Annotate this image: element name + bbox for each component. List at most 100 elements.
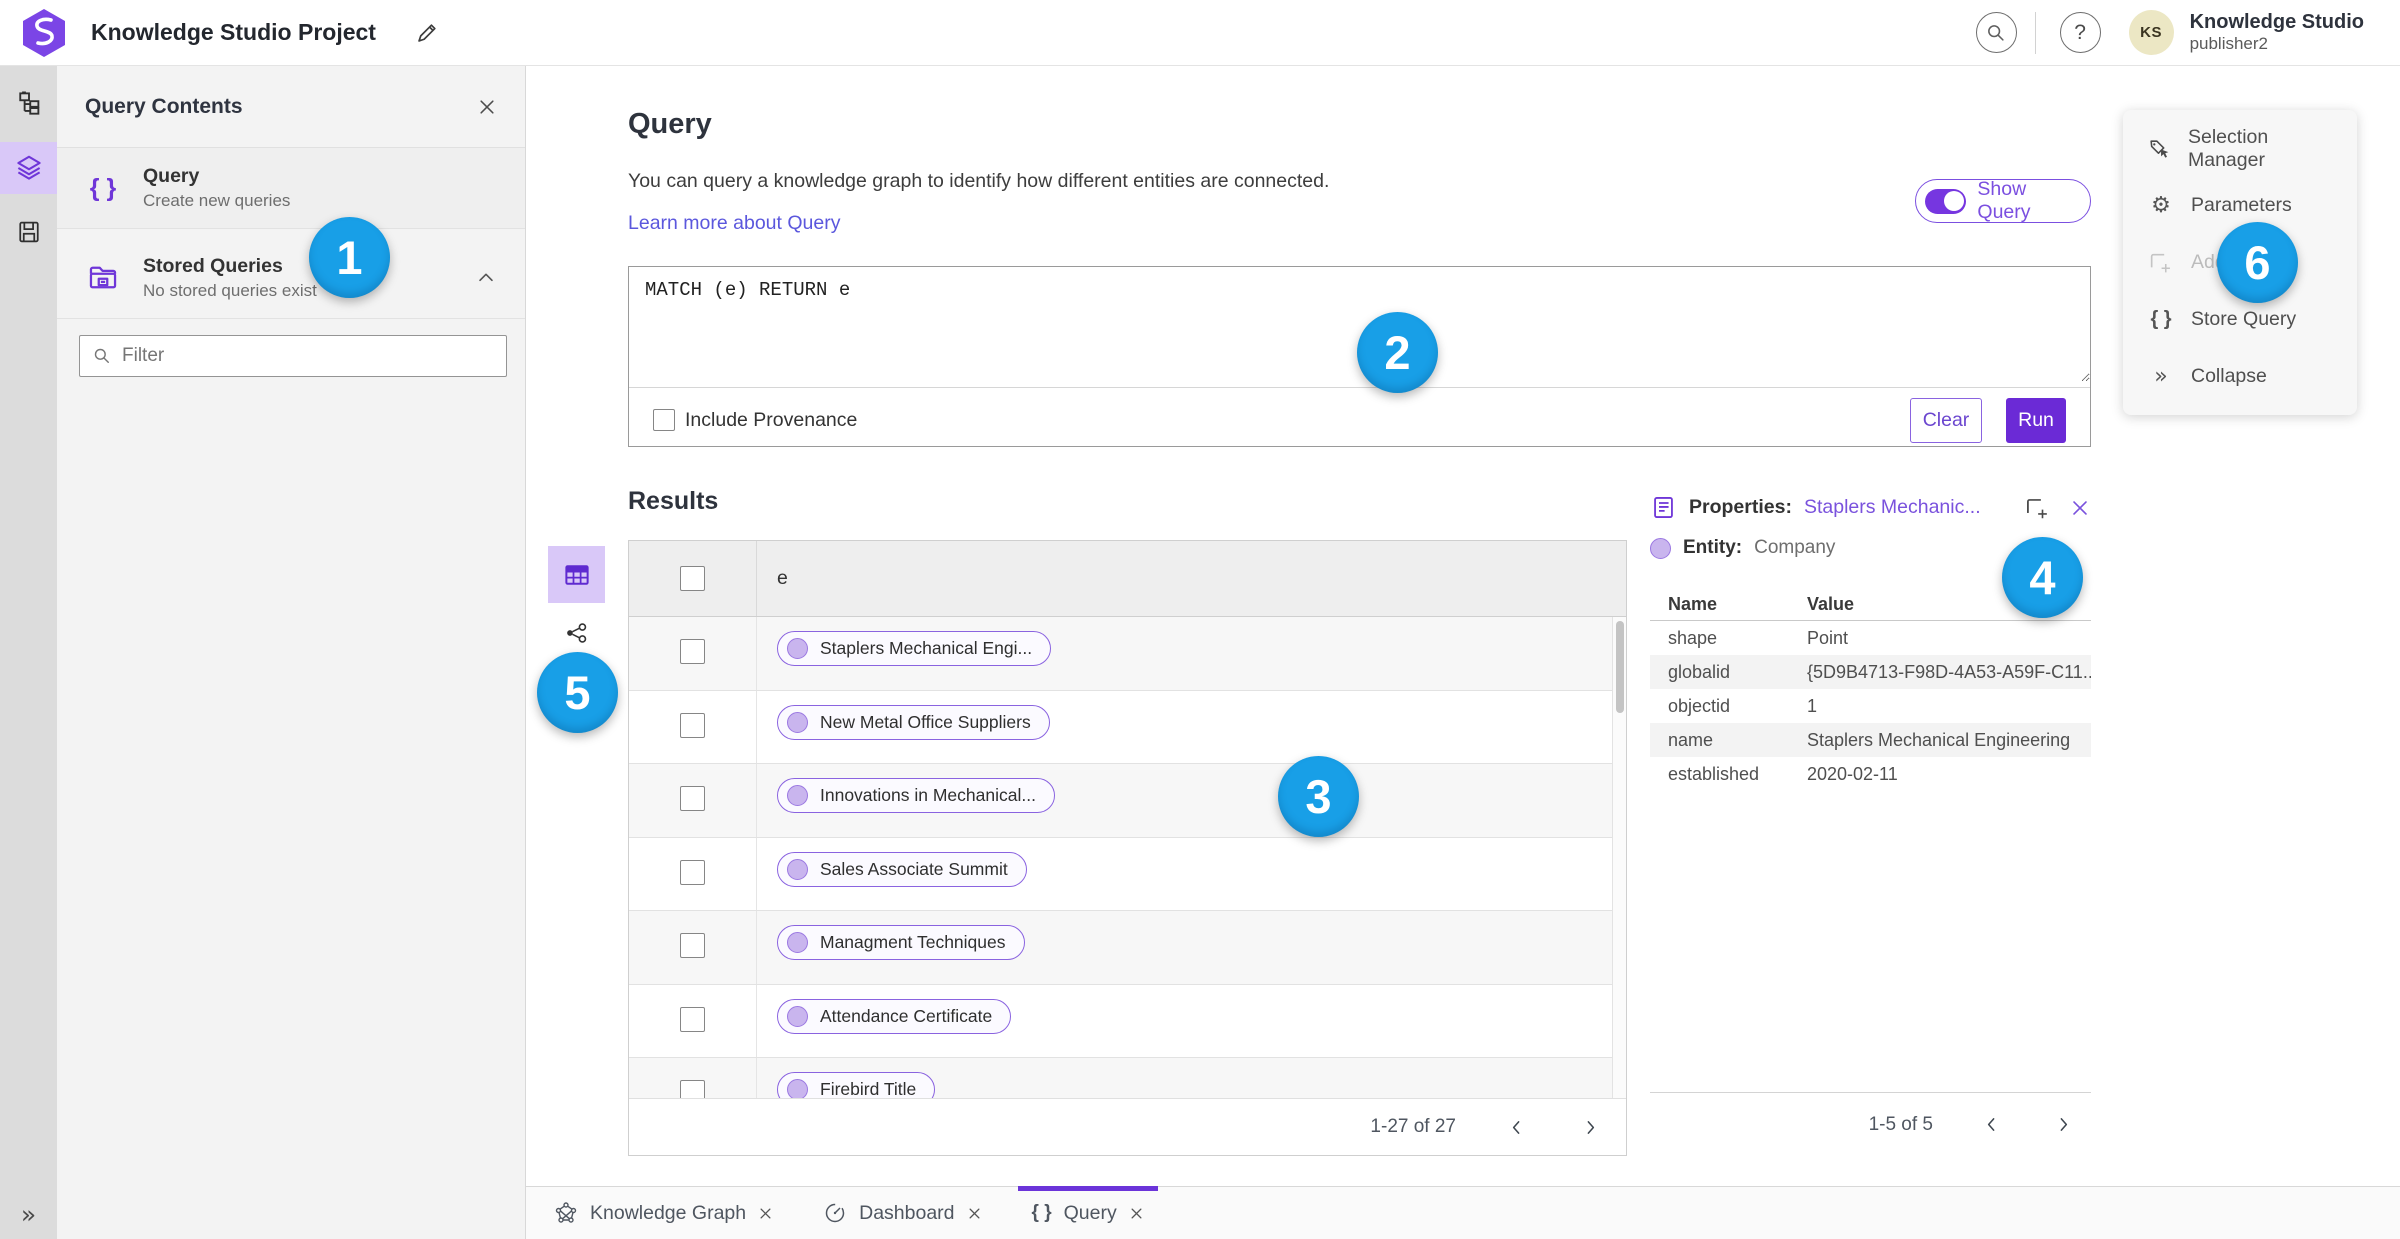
- include-provenance-checkbox[interactable]: [653, 409, 675, 431]
- select-all-checkbox[interactable]: [680, 566, 705, 591]
- show-query-toggle[interactable]: Show Query: [1915, 178, 2091, 223]
- item-subtitle: Create new queries: [143, 191, 291, 210]
- add-to-selection-icon[interactable]: [2023, 495, 2049, 521]
- menu-item-selection-manager[interactable]: Selection Manager: [2123, 123, 2357, 175]
- entity-pill[interactable]: Firebird Title: [777, 1072, 936, 1100]
- entity-pill[interactable]: New Metal Office Suppliers: [777, 704, 1050, 740]
- user-block[interactable]: Knowledge Studio publisher2: [2190, 11, 2364, 54]
- table-row[interactable]: Firebird Title: [629, 1058, 1626, 1100]
- entity-pill[interactable]: Sales Associate Summit: [777, 851, 1027, 887]
- menu-item-store-query[interactable]: { } Store Query: [2123, 294, 2357, 346]
- chevron-left-icon[interactable]: [1502, 1113, 1530, 1141]
- close-icon[interactable]: [1129, 1206, 1144, 1221]
- contents-item-stored-queries[interactable]: Stored Queries No stored queries exist: [57, 238, 525, 319]
- row-checkbox[interactable]: [680, 1080, 705, 1100]
- filter-box: [79, 335, 507, 377]
- table-row[interactable]: Innovations in Mechanical...: [629, 764, 1626, 838]
- contents-button[interactable]: [0, 142, 57, 194]
- tab-label: Query: [1063, 1201, 1117, 1224]
- property-row[interactable]: objectid 1: [1650, 689, 2091, 723]
- table-row[interactable]: Attendance Certificate: [629, 984, 1626, 1058]
- menu-item-parameters[interactable]: ⚙ Parameters: [2123, 180, 2357, 232]
- tab-dashboard[interactable]: Dashboard: [815, 1187, 989, 1239]
- row-entity-cell: Firebird Title: [757, 1058, 936, 1100]
- item-text: Stored Queries No stored queries exist: [143, 255, 317, 301]
- entity-icon: [787, 1005, 808, 1027]
- query-contents-panel: Query Contents { } Query Create new quer…: [57, 66, 526, 1239]
- entity-label: New Metal Office Suppliers: [820, 711, 1031, 732]
- table-icon: [562, 560, 592, 590]
- row-entity-cell: Managment Techniques: [757, 911, 1025, 960]
- help-button[interactable]: ?: [2059, 12, 2101, 53]
- property-value: 2020-02-11: [1807, 763, 1898, 784]
- close-icon[interactable]: [758, 1206, 773, 1221]
- pagination-range: 1-5 of 5: [1868, 1113, 1933, 1135]
- table-row[interactable]: Managment Techniques: [629, 911, 1626, 985]
- header-checkbox-cell: [629, 541, 757, 616]
- include-provenance-label: Include Provenance: [685, 408, 858, 431]
- menu-item-collapse[interactable]: » Collapse: [2123, 351, 2357, 403]
- property-row[interactable]: globalid {5D9B4713-F98D-4A53-A59F-C11...: [1650, 655, 2091, 689]
- close-icon[interactable]: [2069, 497, 2091, 519]
- property-value: 1: [1807, 695, 1818, 716]
- query-editor-footer: Include Provenance Clear Run: [629, 387, 2090, 452]
- search-icon: [92, 346, 112, 366]
- entity-pill[interactable]: Staplers Mechanical Engi...: [777, 631, 1052, 666]
- braces-icon: { }: [1031, 1202, 1052, 1223]
- filter-input[interactable]: [122, 345, 494, 367]
- table-row[interactable]: New Metal Office Suppliers: [629, 690, 1626, 764]
- toggle-switch-icon[interactable]: [1925, 188, 1967, 214]
- properties-header: Properties: Staplers Mechanic...: [1650, 494, 2091, 521]
- scrollbar-thumb[interactable]: [1615, 621, 1624, 713]
- annotation-circle-4: 4: [2002, 537, 2083, 618]
- row-checkbox[interactable]: [680, 712, 705, 738]
- vertical-scrollbar[interactable]: [1612, 617, 1626, 1098]
- entity-pill[interactable]: Attendance Certificate: [777, 998, 1012, 1034]
- table-row[interactable]: Staplers Mechanical Engi...: [629, 617, 1626, 691]
- page-title: Query: [628, 108, 712, 140]
- tab-knowledge-graph[interactable]: Knowledge Graph: [546, 1187, 781, 1239]
- row-checkbox[interactable]: [680, 859, 705, 885]
- chevron-right-icon[interactable]: [2049, 1111, 2077, 1139]
- chevron-left-icon[interactable]: [1977, 1111, 2005, 1139]
- entity-pill[interactable]: Innovations in Mechanical...: [777, 778, 1055, 813]
- page-description: You can query a knowledge graph to ident…: [628, 170, 1330, 192]
- chevron-up-icon[interactable]: [475, 267, 497, 289]
- row-entity-cell: Attendance Certificate: [757, 985, 1012, 1034]
- layers-icon: [14, 153, 44, 183]
- clear-button[interactable]: Clear: [1910, 397, 1982, 443]
- property-row[interactable]: name Staplers Mechanical Engineering: [1650, 723, 2091, 757]
- entity-pill[interactable]: Managment Techniques: [777, 925, 1025, 960]
- knowledge-graph-icon: [554, 1201, 578, 1225]
- properties-table: Name Value shape Point globalid {5D9B471…: [1650, 589, 2091, 791]
- contents-item-query[interactable]: { } Query Create new queries: [57, 148, 525, 229]
- table-view-button[interactable]: [548, 546, 605, 603]
- row-checkbox-cell: [629, 617, 757, 690]
- close-icon[interactable]: [967, 1206, 982, 1221]
- expand-panel-button[interactable]: »: [0, 1200, 57, 1229]
- property-row[interactable]: shape Point: [1650, 621, 2091, 655]
- row-checkbox[interactable]: [680, 639, 705, 664]
- close-icon[interactable]: [477, 97, 497, 117]
- data-model-button[interactable]: [0, 78, 57, 130]
- properties-entity-name[interactable]: Staplers Mechanic...: [1804, 496, 1981, 519]
- annotation-circle-1: 1: [309, 217, 390, 298]
- run-button[interactable]: Run: [2006, 397, 2066, 443]
- row-entity-cell: Sales Associate Summit: [757, 838, 1027, 887]
- learn-more-link[interactable]: Learn more about Query: [628, 212, 840, 235]
- chevron-right-icon[interactable]: [1576, 1113, 1604, 1141]
- results-table-header: e: [629, 541, 1626, 617]
- save-button[interactable]: [0, 206, 57, 258]
- row-checkbox[interactable]: [680, 1006, 705, 1032]
- app-logo-icon: [21, 8, 67, 58]
- property-row[interactable]: established 2020-02-11: [1650, 757, 2091, 791]
- row-checkbox[interactable]: [680, 933, 705, 958]
- user-name: publisher2: [2189, 34, 2269, 54]
- edit-title-icon[interactable]: [414, 19, 441, 46]
- menu-item-label: Selection Manager: [2188, 125, 2269, 171]
- search-button[interactable]: [1975, 12, 2017, 53]
- tab-query[interactable]: { } Query: [1017, 1186, 1158, 1239]
- row-checkbox[interactable]: [680, 786, 705, 811]
- avatar[interactable]: KS: [2128, 10, 2174, 55]
- table-row[interactable]: Sales Associate Summit: [629, 837, 1626, 911]
